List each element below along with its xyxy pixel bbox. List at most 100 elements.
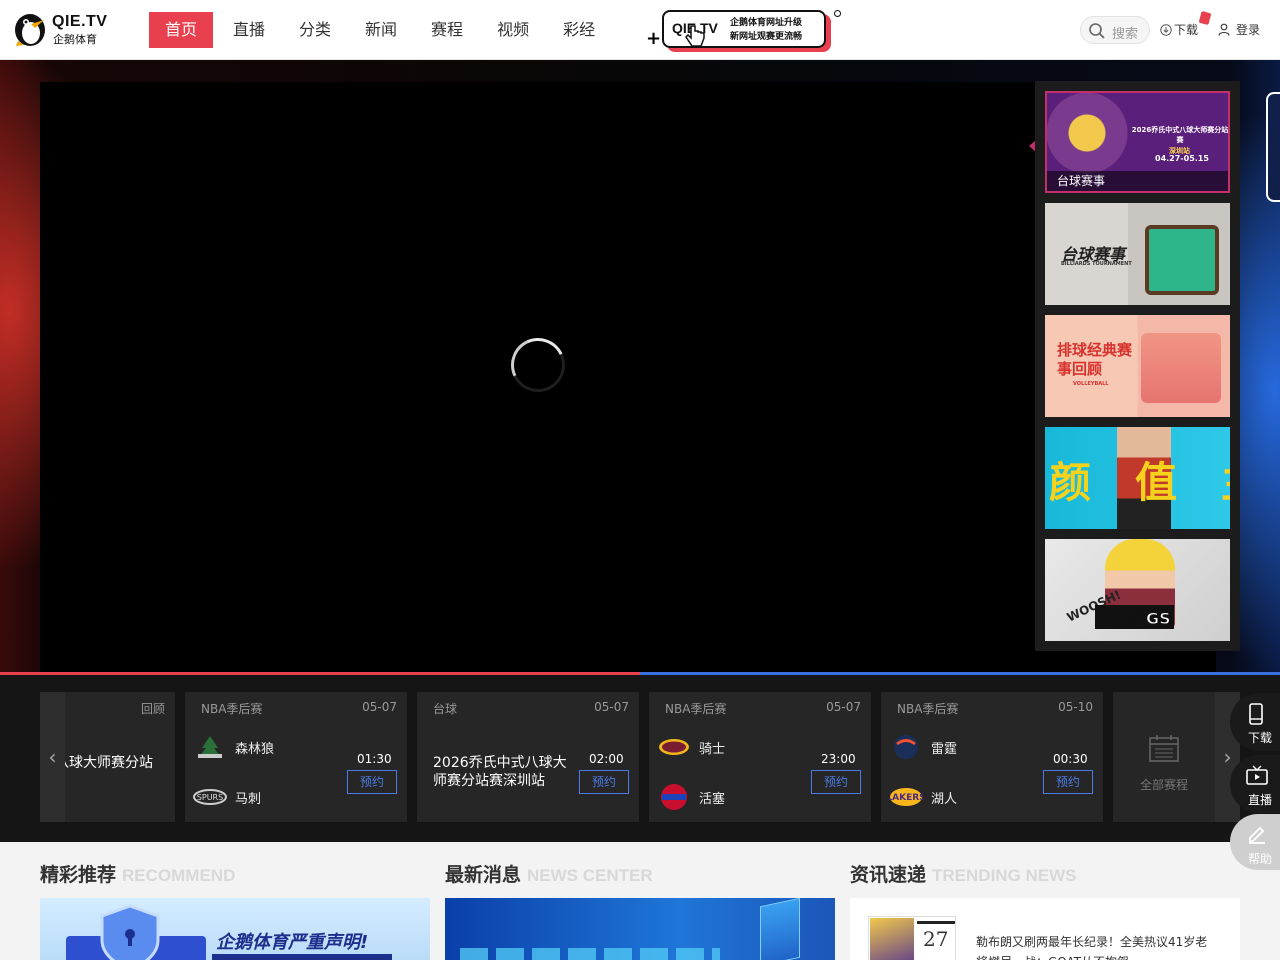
trending-title: 资讯速递	[850, 864, 927, 886]
main-nav: 首页 直播 分类 新闻 赛程 视频 彩经	[149, 12, 612, 48]
trending-subtitle: TRENDING NEWS	[932, 866, 1077, 885]
reserve-button[interactable]: 预约	[579, 770, 629, 794]
trending-news-item[interactable]: 27 勒布朗又刷两最年长纪录！全美热议41岁老将燃尽一战：GOAT从不抱怨	[850, 898, 1240, 960]
thumb3-title: 排球经典赛事回顾	[1057, 341, 1133, 378]
float-download-button[interactable]: 下载	[1230, 693, 1280, 751]
site-upgrade-promo[interactable]: + QIE.TV 企鹅体育网址升级 新网址观赛更流畅	[646, 8, 842, 52]
schedule-card-partial[interactable]: 回顾 八球大师赛分站	[65, 692, 175, 822]
logo-brand: QIE.TV	[52, 13, 108, 30]
home-team-name: 森林狼	[235, 741, 275, 757]
plus-icon: +	[646, 28, 662, 49]
nav-schedule[interactable]: 赛程	[414, 12, 480, 48]
loading-spinner-icon	[503, 330, 573, 400]
thumb3-sub: VOLLEYBALL	[1073, 381, 1109, 387]
float-help-label: 帮助	[1247, 852, 1272, 866]
thumb1-caption: 台球赛事	[1047, 171, 1228, 191]
recommend-subtitle: RECOMMEND	[122, 866, 236, 885]
schedule-card[interactable]: NBA季后赛 05-10 雷霆 LAKERS 湖人 00:30 预约	[881, 692, 1103, 822]
float-live-label: 直播	[1247, 793, 1272, 807]
away-team-name: 马刺	[235, 791, 262, 807]
news-title: 最新消息	[445, 864, 522, 886]
schedule-card[interactable]: 台球 05-07 2026乔氏中式八球大师赛分站赛深圳站 02:00 预约	[417, 692, 639, 822]
pool-table-graphic	[1145, 225, 1219, 295]
pistons-logo-icon	[657, 783, 691, 811]
home-team: 森林狼	[193, 732, 274, 762]
thumb-billiards-tournament[interactable]: 台球赛事 BILLIARDS TOURNAMENT	[1045, 203, 1230, 305]
timberwolves-logo-icon	[193, 733, 227, 761]
thumb1-date: 04.27-05.15	[1155, 154, 1209, 163]
nav-home[interactable]: 首页	[149, 12, 213, 48]
card-time: 23:00	[821, 752, 856, 766]
section-recommend-header: 精彩推荐 RECOMMEND	[40, 860, 236, 886]
away-team-name: 活塞	[699, 791, 726, 807]
thumb1-title: 2026乔氏中式八球大师赛分站赛	[1131, 126, 1229, 144]
thumb2-sub: BILLIARDS TOURNAMENT	[1061, 261, 1132, 267]
nav-live[interactable]: 直播	[216, 12, 282, 48]
section-news-header: 最新消息 NEWS CENTER	[445, 860, 653, 886]
schedule-card[interactable]: NBA季后赛 05-07 骑士 活塞 23:00 预约	[649, 692, 871, 822]
card-date: 05-07	[362, 700, 397, 714]
partial-card-event: 八球大师赛分站	[65, 755, 153, 771]
lakers-logo-icon: LAKERS	[889, 783, 923, 811]
hand-cursor-icon	[685, 25, 705, 47]
search-placeholder: 搜索	[1112, 27, 1139, 42]
search-box[interactable]: 搜索	[1080, 16, 1150, 44]
news-banner[interactable]	[445, 898, 835, 960]
float-live-button[interactable]: 直播	[1230, 755, 1280, 813]
schedule-prev-button[interactable]: ‹	[40, 692, 65, 822]
server-graphic	[760, 898, 800, 960]
recommend-banner-bar	[212, 954, 392, 960]
promo-line1: 企鹅体育网址升级	[730, 18, 803, 28]
calendar-number: 27	[923, 927, 949, 951]
reserve-button[interactable]: 预约	[1043, 770, 1093, 794]
thumb-volleyball[interactable]: 排球经典赛事回顾 VOLLEYBALL	[1045, 315, 1230, 417]
top-nav: QIE.TV 企鹅体育 首页 直播 分类 新闻 赛程 视频 彩经 + QIE.T…	[0, 0, 1280, 60]
thumb-anime[interactable]: WOOSH! 温良恭GS	[1045, 539, 1230, 641]
player-photo	[870, 918, 914, 960]
tv-icon	[1246, 765, 1268, 785]
penguin-logo-icon	[15, 14, 45, 46]
cavaliers-logo-icon	[657, 733, 691, 761]
promo-line2: 新网址观赛更流畅	[730, 32, 803, 42]
recommend-banner[interactable]: 企鹅体育严重声明!	[40, 898, 430, 960]
phone-icon	[1249, 703, 1263, 725]
nav-lottery[interactable]: 彩经	[546, 12, 612, 48]
float-help-button[interactable]: 帮助	[1230, 814, 1280, 870]
promo-dot-icon	[834, 10, 841, 17]
card-event-title: 2026乔氏中式八球大师赛分站赛深圳站	[433, 755, 567, 789]
card-time: 00:30	[1053, 752, 1088, 766]
search-icon	[1089, 23, 1105, 39]
nav-news[interactable]: 新闻	[348, 12, 414, 48]
trending-headline: 勒布朗又刷两最年长纪录！全美热议41岁老将燃尽一战：GOAT从不抱怨	[976, 935, 1208, 960]
home-team: 骑士	[657, 732, 725, 762]
partial-card-cat: 回顾	[140, 702, 165, 716]
card-category: NBA季后赛	[201, 702, 263, 716]
svg-text:SPURS: SPURS	[197, 793, 223, 802]
away-team-name: 湖人	[931, 791, 958, 807]
away-team: 活塞	[657, 782, 725, 812]
side-ad-edge[interactable]	[1266, 92, 1280, 202]
calendar-icon	[1149, 735, 1179, 762]
site-logo[interactable]: QIE.TV 企鹅体育	[14, 11, 108, 49]
volleyball-graphic	[1141, 333, 1221, 403]
recommend-title: 精彩推荐	[40, 864, 117, 886]
hero-section: 2026乔氏中式八球大师赛分站赛 深圳站 04.27-05.15 台球赛事 台球…	[0, 60, 1280, 672]
thumb-billiards-event[interactable]: 2026乔氏中式八球大师赛分站赛 深圳站 04.27-05.15 台球赛事	[1045, 91, 1230, 193]
thunder-logo-icon	[889, 733, 923, 761]
thumb-streamer[interactable]: 颜值主播	[1045, 427, 1230, 529]
reserve-button[interactable]: 预约	[811, 770, 861, 794]
login-label: 登录	[1236, 23, 1261, 37]
away-team: SPURS 马刺	[193, 782, 261, 812]
logo-name: 企鹅体育	[53, 33, 97, 46]
user-icon	[1218, 23, 1230, 36]
card-category: NBA季后赛	[665, 702, 727, 716]
all-schedule-button[interactable]: 全部赛程	[1113, 692, 1215, 822]
card-date: 05-07	[826, 700, 861, 714]
shield-lock-icon	[66, 904, 206, 960]
section-trending-header: 资讯速递 TRENDING NEWS	[850, 860, 1077, 886]
schedule-card[interactable]: NBA季后赛 05-07 森林狼 SPURS 马刺 01:30 预约	[185, 692, 407, 822]
all-schedule-label: 全部赛程	[1139, 778, 1188, 792]
reserve-button[interactable]: 预约	[347, 770, 397, 794]
nav-category[interactable]: 分类	[282, 12, 348, 48]
nav-video[interactable]: 视频	[480, 12, 546, 48]
